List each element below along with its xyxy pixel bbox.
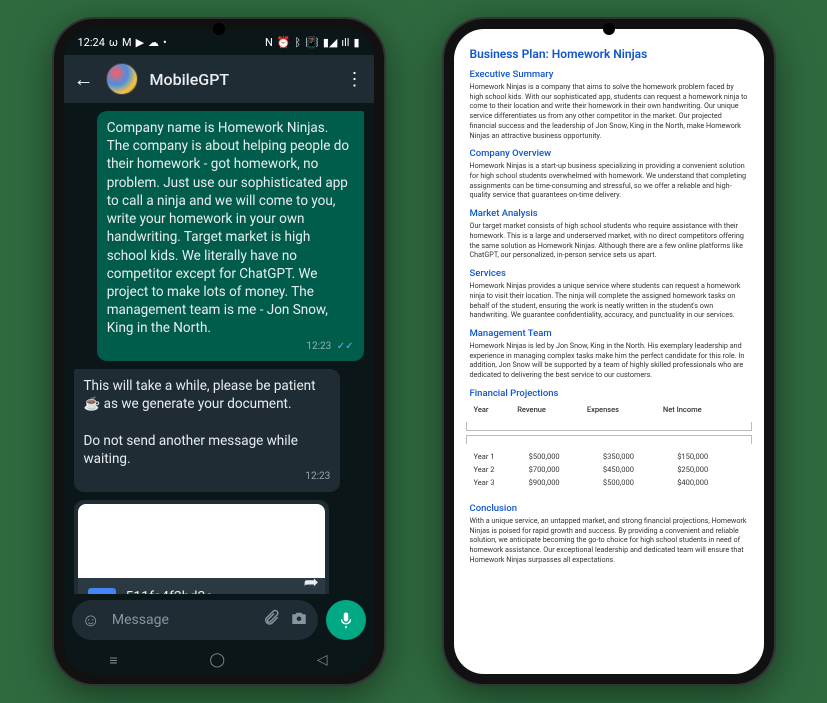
- status-left: 12:24 ω M ▶ ☁ •: [78, 36, 167, 49]
- chat-title[interactable]: MobileGPT: [150, 70, 334, 89]
- bluetooth-icon: ᛒ: [295, 36, 302, 49]
- android-nav: ≡ ◯ ◁: [64, 646, 374, 674]
- table-header: Net Income: [659, 403, 748, 416]
- document-screen[interactable]: Business Plan: Homework Ninjas Executive…: [454, 29, 764, 674]
- document-preview: [78, 504, 325, 578]
- financial-table: Year Revenue Expenses Net Income: [470, 403, 748, 416]
- section-body: Our target market consists of high schoo…: [470, 221, 748, 260]
- input-placeholder: Message: [110, 612, 252, 628]
- section-body: Homework Ninjas is a start-up business s…: [470, 161, 748, 200]
- chat-input-bar: ☺ Message: [64, 594, 374, 646]
- phone-left: 12:24 ω M ▶ ☁ • N ⏰ ᛒ 📳 ▮◢ ıll ▮ ← Mobil…: [54, 19, 384, 684]
- table-header: Year: [470, 403, 514, 416]
- message-text: Company name is Homework Ninjas. The com…: [107, 120, 349, 336]
- message-text: This will take a while, please be patien…: [84, 378, 316, 467]
- section-body: Homework Ninjas is a company that aims t…: [470, 82, 748, 140]
- message-input[interactable]: ☺ Message: [72, 600, 318, 640]
- docx-icon: [88, 588, 116, 594]
- table-header-row: Year Revenue Expenses Net Income: [470, 403, 748, 416]
- vibrate-icon: 📳: [305, 36, 319, 49]
- nfc-icon: N: [265, 36, 273, 49]
- youtube-icon: ▶: [136, 36, 144, 49]
- chat-body[interactable]: Company name is Homework Ninjas. The com…: [64, 103, 374, 594]
- camera-notch: [603, 23, 615, 35]
- message-incoming[interactable]: This will take a while, please be patien…: [74, 369, 341, 492]
- cloud-icon: ☁: [148, 36, 159, 49]
- mic-button[interactable]: [326, 600, 366, 640]
- more-icon[interactable]: ⋮: [346, 69, 364, 90]
- table-header: Revenue: [513, 403, 583, 416]
- nav-back-icon[interactable]: ◁: [317, 652, 328, 668]
- section-heading: Conclusion: [470, 503, 748, 514]
- document-attachment[interactable]: ➦ 511fc4f3bd3a 38 kB • DOCX Your Mobile …: [74, 500, 329, 594]
- financial-table-body: Year 1 $500,000 $350,000 $150,000 Year 2…: [470, 450, 748, 489]
- ellipsis-icon: •: [163, 36, 167, 49]
- camera-notch: [213, 23, 225, 35]
- document-title: Business Plan: Homework Ninjas: [470, 47, 748, 61]
- section-heading: Management Team: [470, 328, 748, 339]
- status-right: N ⏰ ᛒ 📳 ▮◢ ıll ▮: [265, 36, 360, 49]
- phone-right: Business Plan: Homework Ninjas Executive…: [444, 19, 774, 684]
- chat-header: ← MobileGPT ⋮: [64, 55, 374, 103]
- message-time: 12:23 ✓✓: [107, 340, 354, 354]
- section-heading: Company Overview: [470, 148, 748, 159]
- battery-icon: ▮: [353, 36, 359, 49]
- read-checks-icon: ✓✓: [337, 341, 354, 352]
- section-body: Homework Ninjas provides a unique servic…: [470, 281, 748, 320]
- emoji-icon[interactable]: ☺: [82, 610, 100, 631]
- m-icon: M: [122, 36, 132, 49]
- status-time: 12:24: [78, 36, 105, 49]
- nav-home-icon[interactable]: ◯: [209, 652, 225, 668]
- chat-screen: 12:24 ω M ▶ ☁ • N ⏰ ᛒ 📳 ▮◢ ıll ▮ ← Mobil…: [64, 29, 374, 674]
- table-header: Expenses: [583, 403, 659, 416]
- nav-recent-icon[interactable]: ≡: [109, 652, 117, 669]
- back-button[interactable]: ←: [74, 67, 94, 92]
- table-row: Year 2 $700,000 $450,000 $250,000: [470, 463, 748, 476]
- alarm-icon: ⏰: [277, 36, 291, 49]
- camera-icon[interactable]: [290, 609, 308, 632]
- attach-icon[interactable]: [262, 609, 280, 632]
- table-row: Year 1 $500,000 $350,000 $150,000: [470, 450, 748, 463]
- section-heading: Services: [470, 268, 748, 279]
- message-time: 12:23: [84, 470, 331, 484]
- table-row: Year 3 $900,000 $500,000 $400,000: [470, 476, 748, 489]
- section-body: Homework Ninjas is led by Jon Snow, King…: [470, 341, 748, 380]
- section-body: With a unique service, an untapped marke…: [470, 516, 748, 565]
- document-meta: 511fc4f3bd3a 38 kB • DOCX: [126, 589, 315, 594]
- omega-icon: ω: [109, 36, 118, 49]
- message-outgoing[interactable]: Company name is Homework Ninjas. The com…: [97, 111, 364, 361]
- document-info[interactable]: 511fc4f3bd3a 38 kB • DOCX: [78, 578, 325, 594]
- wifi-icon: ıll: [341, 36, 349, 49]
- avatar[interactable]: [106, 63, 138, 95]
- signal-icon: ▮◢: [323, 36, 338, 49]
- document-name: 511fc4f3bd3a: [126, 589, 315, 594]
- section-heading: Executive Summary: [470, 69, 748, 80]
- section-heading: Financial Projections: [470, 388, 748, 399]
- section-heading: Market Analysis: [470, 208, 748, 219]
- page-break: [454, 422, 764, 444]
- share-icon[interactable]: ➦: [304, 572, 319, 593]
